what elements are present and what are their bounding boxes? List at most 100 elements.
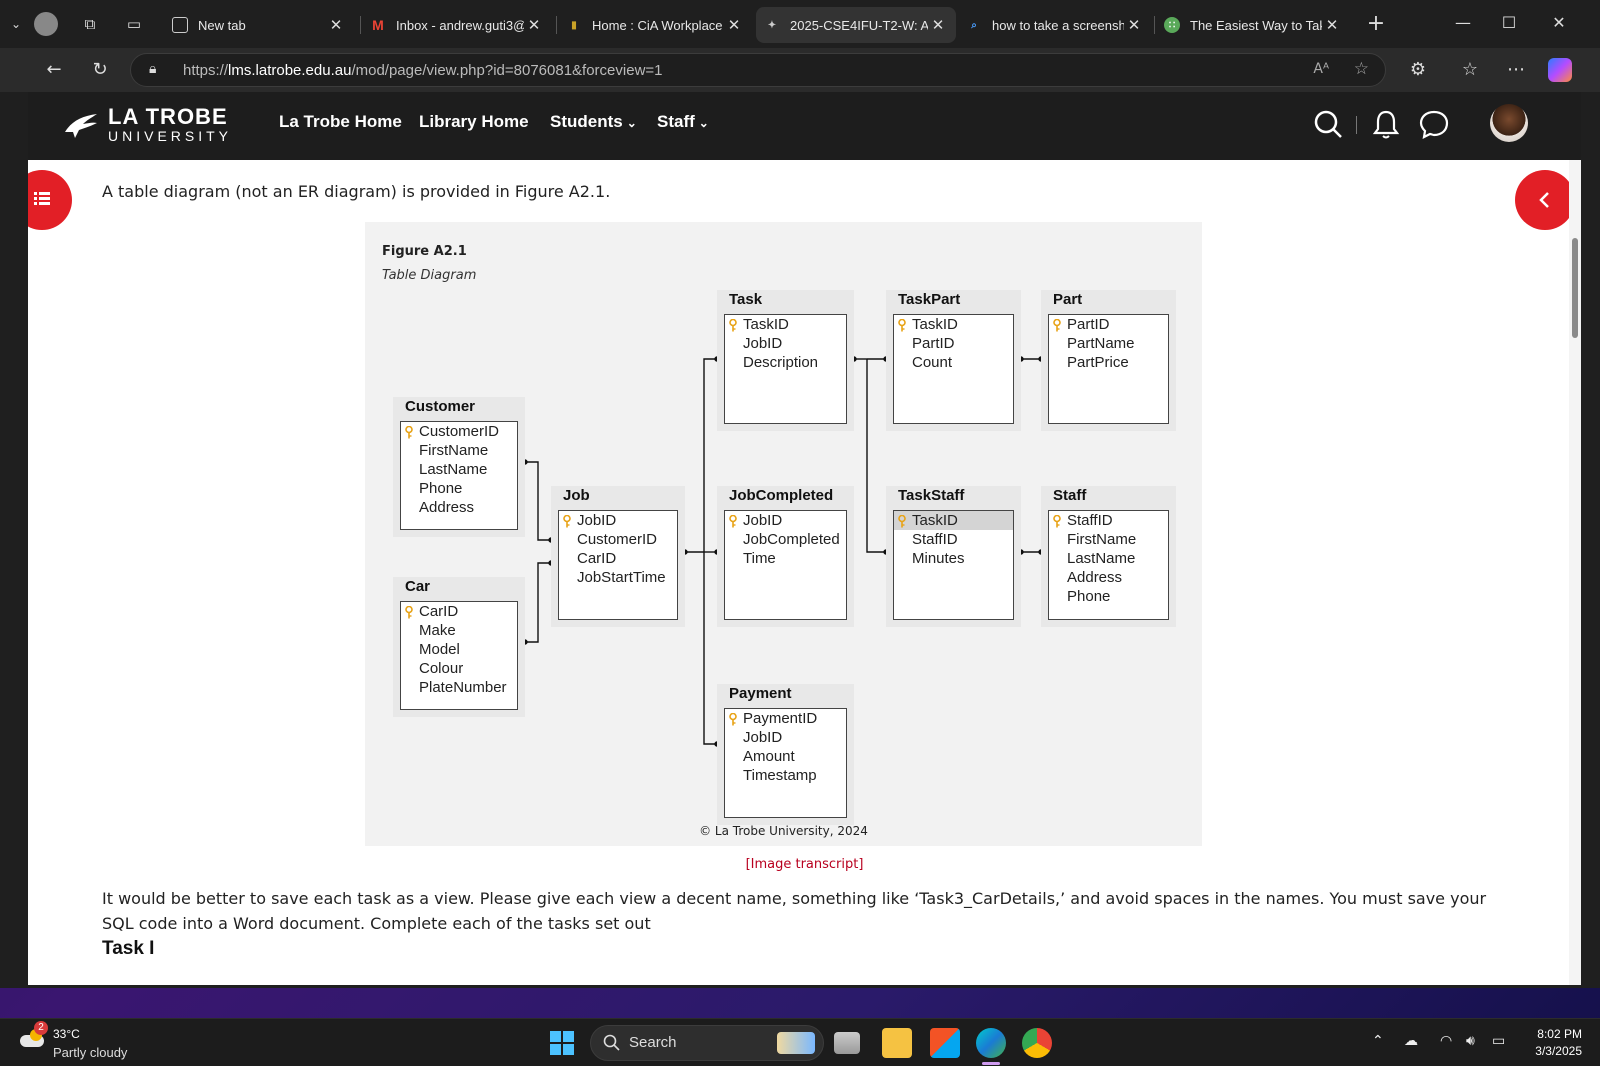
messages-icon[interactable] bbox=[1416, 106, 1452, 142]
table-field: PartName bbox=[1067, 335, 1135, 352]
table-field: Colour bbox=[419, 660, 464, 677]
table-staff: Staff StaffID FirstName LastName Address… bbox=[1041, 486, 1176, 627]
tab-actions-chevron-icon[interactable]: ⌄ bbox=[2, 10, 30, 38]
taskbar-search[interactable]: Search bbox=[590, 1025, 824, 1061]
header-divider bbox=[1356, 116, 1357, 134]
table-field: Minutes bbox=[912, 550, 965, 567]
battery-icon[interactable]: ▭ bbox=[1492, 1033, 1505, 1049]
window-close-icon[interactable]: ✕ bbox=[1544, 10, 1574, 36]
task-view-icon[interactable] bbox=[834, 1032, 860, 1054]
table-field: Make bbox=[419, 622, 456, 639]
maximize-icon[interactable]: ☐ bbox=[1494, 10, 1524, 36]
table-field: Address bbox=[1067, 569, 1123, 586]
search-icon[interactable] bbox=[1310, 106, 1346, 142]
user-avatar[interactable] bbox=[1490, 104, 1528, 142]
tab-lms-active[interactable]: ✦ 2025-CSE4IFU-T2-W: A ✕ bbox=[756, 7, 956, 43]
table-field: TaskID bbox=[894, 511, 1013, 530]
edge-browser-icon[interactable] bbox=[976, 1028, 1006, 1058]
scrollbar-thumb[interactable] bbox=[1572, 238, 1578, 338]
table-field: JobStartTime bbox=[577, 569, 666, 586]
table-field: PartID bbox=[912, 335, 955, 352]
close-tab-icon[interactable]: ✕ bbox=[724, 16, 744, 34]
windows-taskbar: 2 33°C Partly cloudy Search ⌃ ☁ ◠ 🔊︎ ▭ 8… bbox=[0, 1018, 1600, 1066]
favorites-icon[interactable]: ☆ bbox=[1456, 56, 1484, 84]
table-field: FirstName bbox=[1067, 531, 1137, 548]
course-index-button[interactable] bbox=[28, 170, 72, 230]
read-aloud-icon[interactable]: Aᴬ bbox=[1313, 61, 1329, 77]
tab-divider bbox=[556, 16, 557, 34]
table-field: Description bbox=[743, 354, 819, 371]
table-field: JobCompleted bbox=[743, 531, 840, 548]
tab-new-tab[interactable]: New tab ✕ bbox=[164, 7, 354, 43]
show-hidden-icons-chevron-icon[interactable]: ⌃ bbox=[1372, 1033, 1384, 1049]
table-payment: Payment PaymentID JobID Amount Timestamp bbox=[717, 684, 854, 825]
table-field: JobID bbox=[743, 335, 783, 352]
file-explorer-icon[interactable] bbox=[882, 1028, 912, 1058]
logo-line-2: UNIVERSITY bbox=[108, 128, 233, 144]
system-clock[interactable]: 8:02 PM 3/3/2025 bbox=[1535, 1026, 1582, 1060]
table-fields: JobID CustomerID CarID JobStartTime bbox=[558, 510, 678, 620]
site-header: LA TROBE UNIVERSITY La Trobe Home Librar… bbox=[28, 92, 1581, 160]
close-tab-icon[interactable]: ✕ bbox=[928, 16, 948, 34]
wifi-icon[interactable]: ◠ bbox=[1440, 1033, 1452, 1049]
table-taskpart: TaskPart TaskID PartID Count bbox=[886, 290, 1021, 431]
table-fields: PartID PartName PartPrice bbox=[1048, 314, 1169, 424]
refresh-icon[interactable]: ↻ bbox=[86, 56, 114, 84]
chrome-icon[interactable] bbox=[1022, 1028, 1052, 1058]
new-tab-icon bbox=[172, 17, 188, 33]
more-menu-icon[interactable]: ⋯ bbox=[1502, 56, 1530, 84]
tab-gmail[interactable]: M Inbox - andrew.guti3@ ✕ bbox=[362, 7, 552, 43]
page-scrollbar[interactable] bbox=[1569, 160, 1581, 985]
address-bar[interactable]: 🔒︎ https://lms.latrobe.edu.au/mod/page/v… bbox=[130, 53, 1386, 87]
nav-latrobe-home[interactable]: La Trobe Home bbox=[279, 112, 402, 132]
primary-key-icon bbox=[405, 605, 413, 619]
logo-line-1: LA TROBE bbox=[108, 104, 228, 129]
table-field: JobID bbox=[743, 729, 783, 746]
close-tab-icon[interactable]: ✕ bbox=[1322, 16, 1342, 34]
notification-bell-icon[interactable] bbox=[1368, 106, 1404, 142]
microsoft-store-icon[interactable] bbox=[930, 1028, 960, 1058]
table-part: Part PartID PartName PartPrice bbox=[1041, 290, 1176, 431]
table-field: PartPrice bbox=[1067, 354, 1129, 371]
browser-window: ⌄ ⧉ ▭ New tab ✕ M Inbox - andrew.guti3@ … bbox=[0, 0, 1600, 988]
table-fields: CarID Make Model Colour PlateNumber bbox=[400, 601, 518, 710]
nav-students-label: Students bbox=[550, 112, 623, 131]
table-name: Staff bbox=[1053, 487, 1087, 504]
tab-title: how to take a screensho bbox=[992, 17, 1124, 33]
copilot-icon[interactable] bbox=[1548, 58, 1572, 82]
onedrive-icon[interactable]: ☁ bbox=[1404, 1033, 1418, 1049]
instructions-paragraph: It would be better to save each task as … bbox=[102, 889, 1487, 933]
workspaces-icon[interactable]: ⧉ bbox=[76, 10, 104, 38]
image-transcript-link-text[interactable]: [Image transcript] bbox=[746, 857, 864, 872]
vertical-tabs-icon[interactable]: ▭ bbox=[120, 10, 148, 38]
tab-divider bbox=[1154, 16, 1155, 34]
table-customer: Customer CustomerID FirstName LastName P… bbox=[393, 397, 525, 537]
table-field: StaffID bbox=[912, 531, 958, 548]
back-icon[interactable]: ← bbox=[40, 56, 68, 84]
profile-icon[interactable] bbox=[34, 12, 58, 36]
clock-time: 8:02 PM bbox=[1537, 1027, 1582, 1041]
favorite-star-icon[interactable]: ☆ bbox=[1354, 59, 1369, 79]
new-tab-plus-icon[interactable]: + bbox=[1362, 10, 1390, 38]
temperature: 33°C bbox=[53, 1027, 80, 1041]
nav-staff-label: Staff bbox=[657, 112, 695, 131]
tab-cia-workplace[interactable]: ▮ Home : CiA Workplace ✕ bbox=[558, 7, 752, 43]
volume-icon[interactable]: 🔊︎ bbox=[1466, 1033, 1475, 1049]
active-app-indicator bbox=[982, 1062, 1000, 1065]
nav-library-home[interactable]: Library Home bbox=[419, 112, 529, 132]
minimize-icon[interactable]: — bbox=[1448, 10, 1478, 36]
open-block-drawer-button[interactable] bbox=[1515, 170, 1575, 230]
close-tab-icon[interactable]: ✕ bbox=[326, 16, 346, 34]
close-tab-icon[interactable]: ✕ bbox=[524, 16, 544, 34]
tab-search[interactable]: ⌕ how to take a screensho ✕ bbox=[958, 7, 1152, 43]
close-tab-icon[interactable]: ✕ bbox=[1124, 16, 1144, 34]
tab-screenshot-guide[interactable]: ∷ The Easiest Way to Take ✕ bbox=[1156, 7, 1350, 43]
extensions-icon[interactable]: ⚙︎ bbox=[1404, 56, 1432, 84]
table-field: LastName bbox=[1067, 550, 1136, 567]
page-content: A table diagram (not an ER diagram) is p… bbox=[28, 160, 1581, 985]
table-name: Task bbox=[729, 291, 763, 308]
nav-staff[interactable]: Staff ⌄ bbox=[657, 112, 709, 132]
lock-icon[interactable]: 🔒︎ bbox=[149, 61, 156, 77]
nav-students[interactable]: Students ⌄ bbox=[550, 112, 637, 132]
start-button[interactable] bbox=[550, 1031, 574, 1055]
